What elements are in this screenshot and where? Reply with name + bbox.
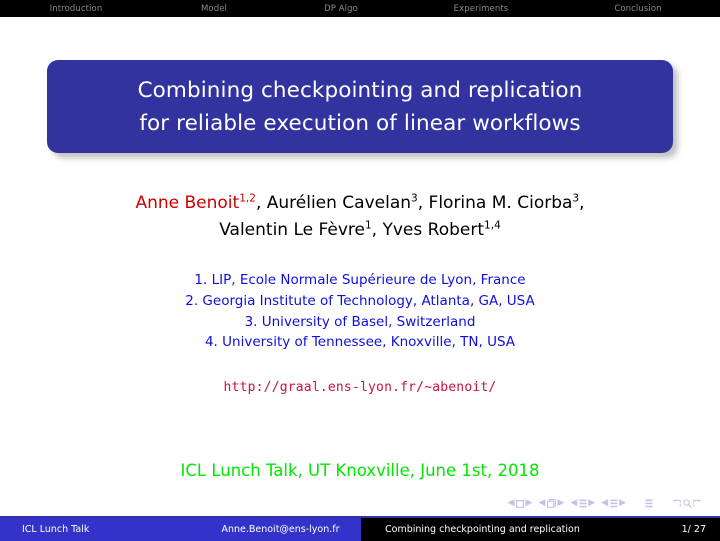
beamer-nav-section-group[interactable]: ◀ ▶ [601,499,626,508]
author-line-2: Valentin Le Fèvre1, Yves Robert1,4 [0,217,720,244]
beamer-nav-section-icon [610,499,618,508]
nav-prev-frame-icon[interactable]: ◀ [538,499,545,508]
nav-find-icon[interactable] [682,499,692,508]
author-robert-affiliation-sup: 1,4 [484,219,501,232]
event-line-text: ICL Lunch Talk, UT Knoxville, June 1st, … [180,461,540,480]
footer-talk-name: ICL Lunch Talk [0,518,200,541]
author-list: Anne Benoit1,2, Aurélien Cavelan3, Flori… [0,190,720,244]
beamer-nav-back-find-forward-group[interactable] [672,499,702,508]
author-line-2-separator: , [371,220,383,240]
beamer-nav-frame-group[interactable]: ◀ ▶ [538,499,564,508]
nav-item-experiments[interactable]: Experiments [406,0,556,17]
beamer-nav-presentation-group[interactable] [645,499,653,508]
nav-item-dp-algo[interactable]: DP Algo [276,0,406,17]
footer-page-number: 1/ 27 [646,518,720,541]
author-lefevre-name: Valentin Le Fèvre [219,220,365,240]
beamer-navigation-symbols: ◀ ▶ ◀ ▶ ◀ ▶ ◀ ▶ [508,499,702,508]
beamer-nav-subsection-group[interactable]: ◀ ▶ [570,499,595,508]
nav-back-icon[interactable] [672,499,681,508]
title-line-1: Combining checkpointing and replication [137,77,583,103]
author-lefevre-affiliation-sup: 1 [364,219,372,232]
nav-next-section-icon[interactable]: ▶ [619,499,626,508]
beamer-nav-slide-icon [516,499,525,508]
nav-item-conclusion[interactable]: Conclusion [556,0,720,17]
beamer-nav-subsection-icon [579,499,587,508]
nav-item-model[interactable]: Model [152,0,276,17]
affiliation-item-2: 2. Georgia Institute of Technology, Atla… [185,292,535,309]
author-line-1: Anne Benoit1,2, Aurélien Cavelan3, Flori… [0,190,720,217]
title-box: Combining checkpointing and replication … [47,60,673,153]
author-line-1-part-b: , Florina M. Ciorba [417,193,573,213]
title-block: Combining checkpointing and replication … [47,60,678,158]
footer-bar: ICL Lunch Talk Anne.Benoit@ens-lyon.fr C… [0,518,720,541]
beamer-nav-presentation-icon[interactable] [645,499,653,508]
affiliation-item-1: 1. LIP, Ecole Normale Supérieure de Lyon… [194,272,526,288]
author-highlighted-affiliation-sup: 1,2 [239,192,256,205]
nav-forward-icon[interactable] [693,499,702,508]
homepage-url-text: http://graal.ens-lyon.fr/~abenoit/ [223,380,497,395]
nav-prev-section-icon[interactable]: ◀ [601,499,608,508]
affiliation-list: 1. LIP, Ecole Normale Supérieure de Lyon… [0,270,720,353]
beamer-nav-slide-group[interactable]: ◀ ▶ [508,499,533,508]
affiliation-item-4: 4. University of Tennessee, Knoxville, T… [204,334,516,351]
author-highlighted-name: Anne Benoit [135,193,240,213]
author-line-1-part-c: , [579,193,585,213]
section-navigation-bar: Introduction Model DP Algo Experiments C… [0,0,720,17]
beamer-nav-frame-icon [546,499,556,508]
nav-next-frame-icon[interactable]: ▶ [557,499,564,508]
footer-author-email: Anne.Benoit@ens-lyon.fr [200,518,361,541]
author-robert-name: Yves Robert [382,220,485,240]
nav-item-introduction[interactable]: Introduction [0,0,152,17]
nav-prev-subsection-icon[interactable]: ◀ [570,499,577,508]
nav-prev-slide-icon[interactable]: ◀ [508,499,515,508]
author-cavelan-affiliation-sup: 3 [411,192,418,205]
author-line-1-part-a: , Aurélien Cavelan [255,193,412,213]
event-line: ICL Lunch Talk, UT Knoxville, June 1st, … [0,461,720,480]
title-line-2: for reliable execution of linear workflo… [139,110,581,136]
nav-next-slide-icon[interactable]: ▶ [526,499,533,508]
footer-short-title: Combining checkpointing and replication [361,518,646,541]
affiliation-item-3: 3. University of Basel, Switzerland [244,313,476,330]
nav-next-subsection-icon[interactable]: ▶ [588,499,595,508]
homepage-url[interactable]: http://graal.ens-lyon.fr/~abenoit/ [0,380,720,395]
